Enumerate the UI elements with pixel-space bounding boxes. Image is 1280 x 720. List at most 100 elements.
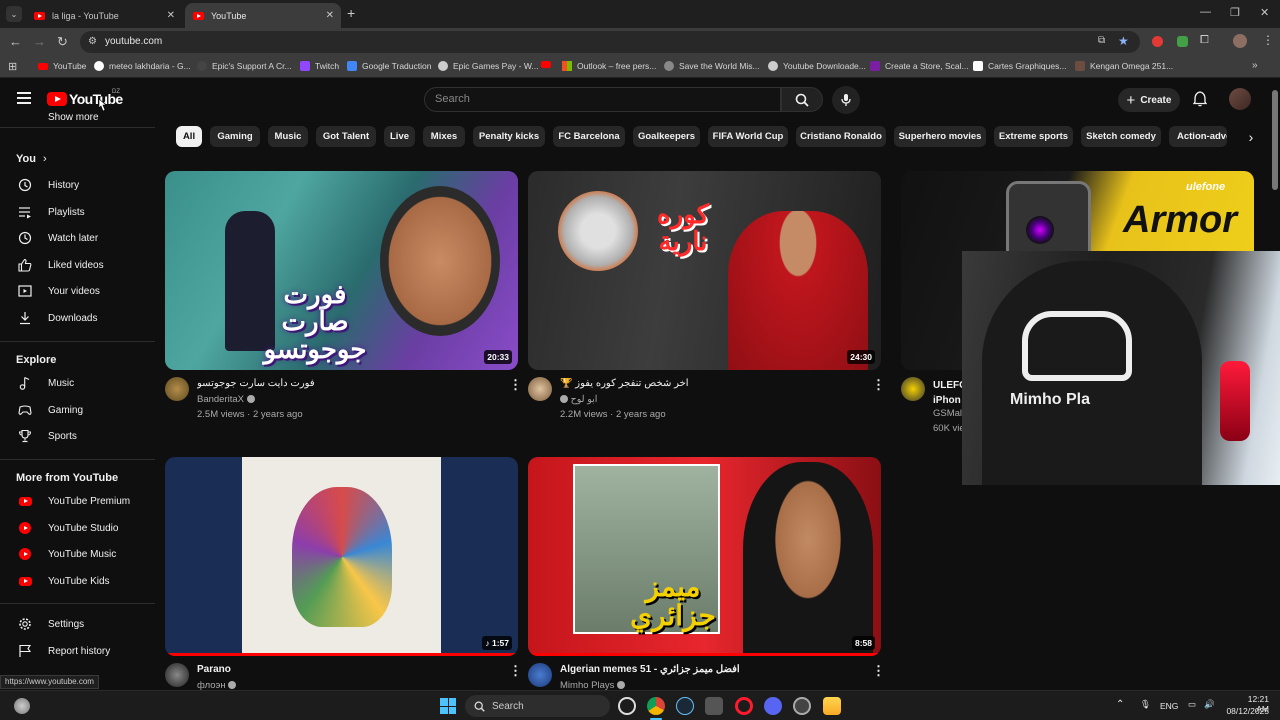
chip-sketch-comedy[interactable]: Sketch comedy: [1081, 126, 1161, 147]
chip-fc-barcelona[interactable]: FC Barcelona: [553, 126, 625, 147]
sidebar-item-youtube-kids[interactable]: YouTube Kids: [0, 568, 150, 594]
account-avatar[interactable]: [1229, 88, 1251, 110]
profile-avatar-icon[interactable]: [1233, 34, 1247, 48]
video-thumbnail[interactable]: ♪ 1:57: [165, 457, 518, 656]
close-icon[interactable]: ✕: [167, 10, 175, 21]
window-close-icon[interactable]: ✕: [1260, 6, 1269, 19]
sidebar-item-youtube-premium[interactable]: YouTube Premium: [0, 488, 150, 514]
chip-gaming[interactable]: Gaming: [210, 126, 260, 147]
sidebar-item-your-videos[interactable]: Your videos: [0, 278, 150, 304]
volume-icon[interactable]: 🔊: [1204, 699, 1215, 710]
sidebar-item-report-history[interactable]: Report history: [0, 638, 150, 664]
channel-avatar[interactable]: [528, 663, 552, 687]
sidebar-show-more-cut[interactable]: Show more: [48, 112, 99, 122]
taskbar-search[interactable]: Search: [465, 695, 610, 717]
sidebar-item-gaming[interactable]: Gaming: [0, 397, 150, 423]
bookmark-item[interactable]: Outlook – free pers...: [562, 61, 656, 71]
chips-next-chevron-icon[interactable]: ›: [1240, 126, 1262, 148]
steam-app-icon[interactable]: [676, 697, 694, 715]
channel-name[interactable]: ابو لوح: [560, 394, 597, 405]
reload-icon[interactable]: ↻: [57, 34, 68, 50]
new-tab-icon[interactable]: +: [347, 5, 355, 21]
channel-avatar[interactable]: [165, 663, 189, 687]
chip-penalty-kicks[interactable]: Penalty kicks: [473, 126, 545, 147]
sidebar-item-youtube-studio[interactable]: YouTube Studio: [0, 515, 150, 541]
discord-app-icon[interactable]: [764, 697, 782, 715]
more-bookmarks-icon[interactable]: »: [1252, 60, 1258, 71]
video-title[interactable]: Parano: [197, 664, 497, 675]
bookmark-item[interactable]: Twitch: [300, 61, 339, 71]
chip-got-talent[interactable]: Got Talent: [316, 126, 376, 147]
capture-app-icon[interactable]: [705, 697, 723, 715]
channel-avatar[interactable]: [901, 377, 925, 401]
search-input[interactable]: [435, 93, 765, 105]
sidebar-you-header[interactable]: You ›: [16, 153, 47, 165]
chip-action-adventure[interactable]: Action-adve: [1169, 126, 1227, 147]
chip-live[interactable]: Live: [384, 126, 415, 147]
chip-fifa-world-cup[interactable]: FIFA World Cup: [708, 126, 788, 147]
bookmark-star-icon[interactable]: ★: [1118, 34, 1129, 48]
bookmark-item[interactable]: Kengan Omega 251...: [1075, 61, 1173, 71]
more-options-icon[interactable]: ⋮: [872, 663, 885, 679]
video-title[interactable]: ULEFO iPhon: [933, 378, 963, 408]
video-title[interactable]: 🏆 اخر شخص تنفجر كوره يفوز: [560, 378, 860, 389]
bookmark-item[interactable]: Save the World Mis...: [664, 61, 760, 71]
channel-name[interactable]: BanderitaX: [197, 394, 255, 405]
sidebar-item-watch-later[interactable]: Watch later: [0, 225, 150, 251]
video-thumbnail[interactable]: كوره نارية 24:30: [528, 171, 881, 370]
chip-extreme-sports[interactable]: Extreme sports: [994, 126, 1073, 147]
bookmark-item[interactable]: Epic Games Pay - W...: [438, 61, 539, 71]
video-title[interactable]: Algerian memes 51 - افضل ميمز جزائري: [560, 664, 860, 675]
sidebar-item-music[interactable]: Music: [0, 370, 150, 396]
hamburger-menu-icon[interactable]: [17, 92, 31, 104]
bookmark-item[interactable]: meteo lakhdaria - G...: [94, 61, 191, 71]
network-icon[interactable]: ▭: [1188, 699, 1196, 710]
video-thumbnail[interactable]: ميمز جزائري 8:58: [528, 457, 881, 656]
chip-goalkeepers[interactable]: Goalkeepers: [633, 126, 700, 147]
chip-mixes[interactable]: Mixes: [423, 126, 465, 147]
tab-youtube[interactable]: YouTube ✕: [185, 3, 341, 28]
more-options-icon[interactable]: ⋮: [509, 377, 522, 393]
sidebar-item-downloads[interactable]: Downloads: [0, 305, 150, 331]
search-button[interactable]: [781, 87, 823, 112]
chip-superhero-movies[interactable]: Superhero movies: [894, 126, 986, 147]
install-app-icon[interactable]: ⧉: [1098, 35, 1105, 46]
extension-red-icon[interactable]: [1152, 36, 1163, 47]
sidebar-item-history[interactable]: History: [0, 172, 150, 198]
address-bar[interactable]: ⚙ youtube.com ⧉ ★: [80, 31, 1140, 53]
restore-icon[interactable]: ❐: [1230, 6, 1240, 19]
sidebar-item-playlists[interactable]: Playlists: [0, 199, 150, 225]
extensions-puzzle-icon[interactable]: ⧠: [1200, 34, 1209, 47]
channel-name[interactable]: GSMal: [933, 408, 962, 419]
chrome-app-icon[interactable]: [647, 697, 665, 715]
apps-grid-icon[interactable]: ⊞: [8, 60, 17, 73]
bookmark-item[interactable]: Create a Store, Scal...: [870, 61, 969, 71]
voice-search-button[interactable]: [832, 86, 860, 114]
bookmark-item[interactable]: YouTube: [38, 61, 86, 71]
search-box[interactable]: [424, 87, 781, 112]
back-icon[interactable]: ←: [9, 34, 22, 49]
minimize-icon[interactable]: —: [1200, 6, 1211, 18]
chip-music[interactable]: Music: [268, 126, 308, 147]
bookmark-item[interactable]: Google Traduction: [347, 61, 431, 71]
channel-avatar[interactable]: [165, 377, 189, 401]
tray-microphone-icon[interactable]: 🎙: [1140, 699, 1151, 710]
chip-cristiano-ronaldo[interactable]: Cristiano Ronaldo: [796, 126, 886, 147]
extension-green-icon[interactable]: [1177, 36, 1188, 47]
sidebar-item-youtube-music[interactable]: YouTube Music: [0, 541, 150, 567]
chatgpt-app-icon[interactable]: [618, 697, 636, 715]
more-options-icon[interactable]: ⋮: [872, 377, 885, 393]
bookmark-item[interactable]: Youtube Downloade...: [768, 61, 866, 71]
forward-icon[interactable]: →: [33, 34, 46, 49]
site-info-icon[interactable]: ⚙: [88, 36, 97, 47]
bookmark-item[interactable]: [541, 61, 556, 68]
close-icon[interactable]: ✕: [326, 10, 334, 21]
sidebar-item-sports[interactable]: Sports: [0, 423, 150, 449]
widgets-icon[interactable]: [14, 698, 30, 714]
tab-la-liga[interactable]: la liga - YouTube ✕: [26, 3, 182, 28]
clock-date[interactable]: 08/12/2025: [1226, 706, 1269, 716]
notifications-bell-icon[interactable]: [1192, 91, 1208, 112]
tray-chevron-up-icon[interactable]: ⌃: [1116, 699, 1124, 710]
page-scrollbar[interactable]: [1272, 90, 1278, 190]
youtube-logo[interactable]: YouTube DZ: [47, 89, 123, 107]
